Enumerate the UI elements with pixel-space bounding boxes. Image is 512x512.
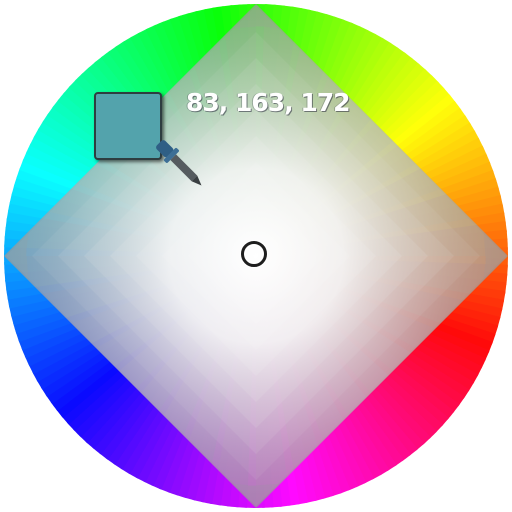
eyedropper-icon[interactable] — [146, 130, 216, 200]
color-picker: 83, 163, 172 — [0, 0, 512, 512]
color-cursor-ring[interactable] — [241, 241, 267, 267]
rgb-value-readout: 83, 163, 172 — [186, 88, 351, 117]
